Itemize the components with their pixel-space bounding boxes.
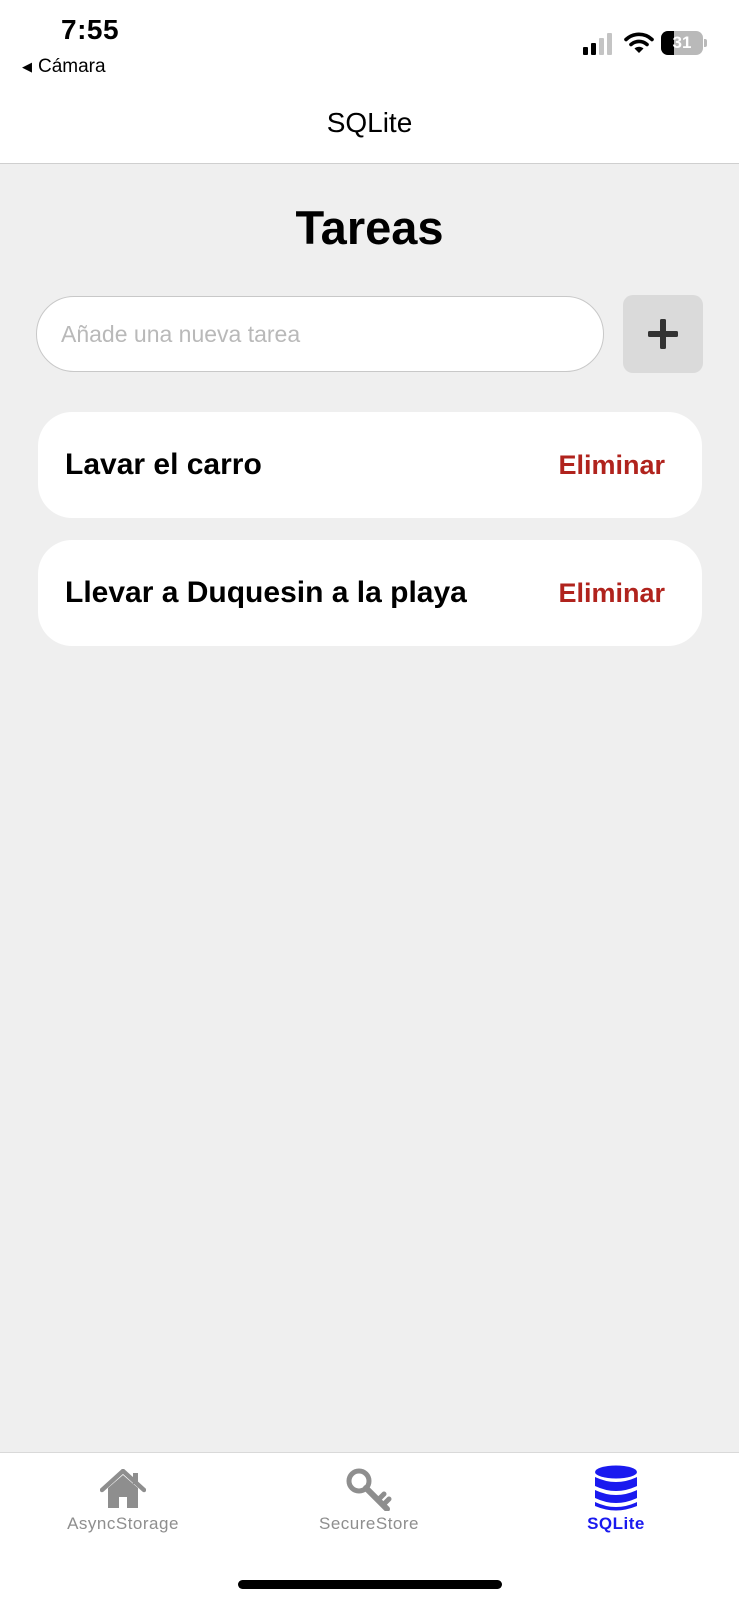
tab-label: AsyncStorage bbox=[67, 1514, 179, 1533]
tab-label: SQLite bbox=[587, 1514, 645, 1533]
tab-bar: AsyncStorage SecureStore SQLite bbox=[0, 1452, 739, 1600]
back-to-app-link[interactable]: ◀ Cámara bbox=[22, 56, 106, 78]
database-icon bbox=[595, 1465, 637, 1511]
screen: 7:55 ◀ Cámara 31 SQLite Tareas Añade una… bbox=[0, 0, 739, 1600]
task-text: Lavar el carro bbox=[65, 448, 262, 481]
battery-icon: 31 bbox=[661, 31, 707, 55]
delete-task-button[interactable]: Eliminar bbox=[558, 578, 665, 609]
status-time: 7:55 bbox=[61, 14, 120, 45]
back-triangle-icon: ◀ bbox=[22, 59, 32, 74]
plus-icon bbox=[648, 319, 678, 349]
back-app-label: Cámara bbox=[38, 56, 106, 77]
navigation-header: SQLite bbox=[0, 82, 739, 164]
battery-level: 31 bbox=[672, 33, 692, 52]
header-title: SQLite bbox=[326, 107, 413, 138]
home-indicator bbox=[238, 1580, 502, 1589]
page-title: Tareas bbox=[295, 201, 444, 254]
add-task-button[interactable] bbox=[623, 295, 703, 373]
home-icon bbox=[100, 1469, 146, 1508]
task-list: Lavar el carro Eliminar Llevar a Duquesi… bbox=[38, 412, 702, 668]
key-icon bbox=[346, 1468, 392, 1511]
task-item: Llevar a Duquesin a la playa Eliminar bbox=[38, 540, 702, 646]
tab-label: SecureStore bbox=[319, 1514, 419, 1533]
delete-task-button[interactable]: Eliminar bbox=[558, 450, 665, 481]
tab-sqlite[interactable]: SQLite bbox=[493, 1453, 739, 1553]
tab-securestore[interactable]: SecureStore bbox=[246, 1453, 492, 1553]
new-task-input[interactable] bbox=[36, 296, 604, 372]
task-item: Lavar el carro Eliminar bbox=[38, 412, 702, 518]
tab-asyncstorage[interactable]: AsyncStorage bbox=[0, 1453, 246, 1553]
task-text: Llevar a Duquesin a la playa bbox=[65, 576, 467, 609]
cellular-signal-icon bbox=[583, 33, 612, 55]
wifi-icon bbox=[624, 32, 654, 53]
status-bar: 7:55 ◀ Cámara 31 bbox=[0, 0, 739, 82]
